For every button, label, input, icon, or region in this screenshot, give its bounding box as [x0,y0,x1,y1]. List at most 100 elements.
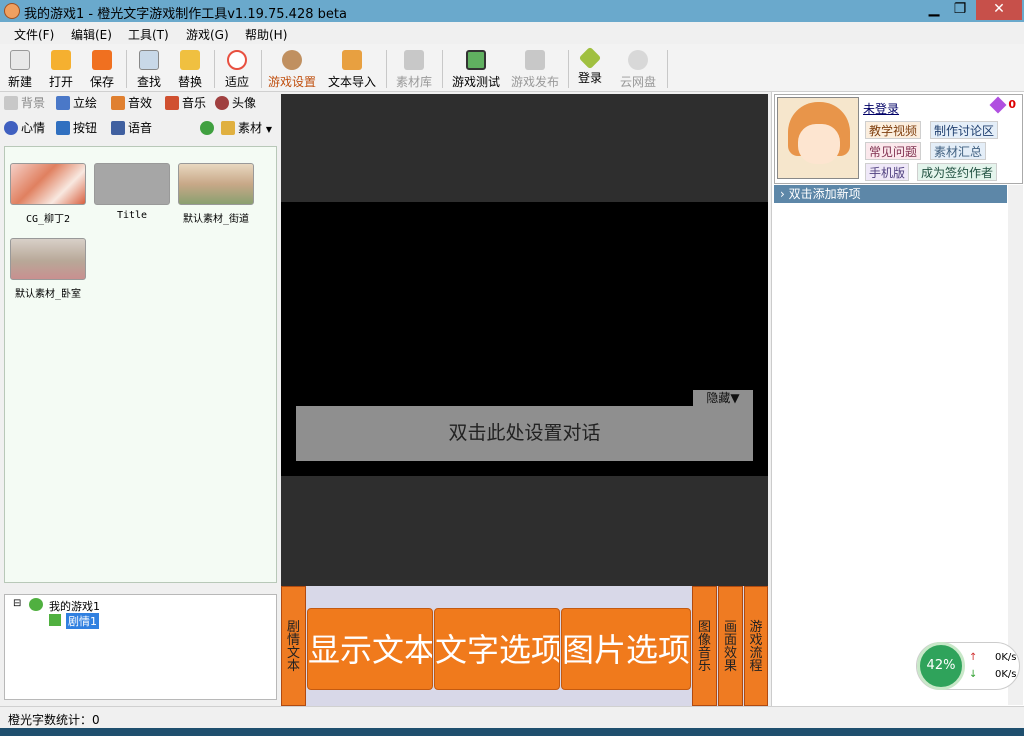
toolbar: 新建 打开 保存 查找 替换 适应 游戏设置 文本导入 素材库 游戏测试 游戏发… [0,44,1024,92]
test-play-icon [466,50,486,70]
story-text-button[interactable]: 剧情文本 [281,586,306,706]
sign-author-link[interactable]: 成为签约作者 [917,163,998,181]
music-note-icon [165,96,179,110]
mobile-link[interactable]: 手机版 [865,163,910,181]
upload-arrow-icon: ↑ [969,652,978,663]
asset-thumbnail [10,238,86,280]
asset-item[interactable]: CG_柳丁2 [10,163,86,225]
find-button[interactable]: 查找 [135,48,163,90]
find-icon [139,50,159,70]
asset-thumbnail [10,163,86,205]
tab-standing-art[interactable]: 立绘 [56,93,97,113]
memory-usage-badge[interactable]: 42% [917,642,965,690]
add-new-item-row[interactable]: › 双击添加新项 [774,185,1007,203]
publish-button[interactable]: 游戏发布 [509,48,561,90]
tab-material[interactable]: 素材 ▼ [221,118,272,138]
chapter-icon [49,614,61,626]
gem-count: 0 [1008,98,1016,111]
asset-item[interactable]: Title [94,163,170,221]
tutorial-video-link[interactable]: 教学视频 [865,121,922,139]
tree-collapse-toggle[interactable]: ⊟ [13,598,21,609]
tab-voice[interactable]: 语音 [111,118,152,138]
maximize-button[interactable]: ❐ [946,0,974,20]
show-text-button[interactable]: 显示文本 [307,608,433,690]
toolbar-separator [126,50,127,88]
fit-icon [227,50,247,70]
asset-thumbnail [178,163,254,205]
text-import-button[interactable]: 文本导入 [326,48,378,90]
forum-link[interactable]: 制作讨论区 [930,121,999,139]
minimize-button[interactable]: ▁ [920,0,948,20]
cloud-disk-button[interactable]: 云网盘 [617,48,659,90]
button-cursor-icon [56,121,70,135]
open-folder-icon [51,50,71,70]
story-tree: ⊟ 我的游戏1 剧情1 [4,594,277,700]
test-play-button[interactable]: 游戏测试 [450,48,502,90]
project-icon [29,598,43,611]
gear-icon [282,50,302,70]
tree-root[interactable]: 我的游戏1 [49,598,100,614]
dialog-box[interactable]: 双击此处设置对话 [296,406,753,461]
toolbar-separator [568,50,569,88]
image-option-button[interactable]: 图片选项 [561,608,691,690]
download-arrow-icon: ↓ [969,669,978,680]
image-music-button[interactable]: 图像音乐 [692,586,717,706]
tree-chapter[interactable]: 剧情1 [66,613,99,629]
new-button[interactable]: 新建 [6,48,34,90]
material-summary-link[interactable]: 素材汇总 [930,142,987,160]
toolbar-separator [667,50,668,88]
app-logo-icon [4,3,20,19]
right-panel: 未登录 0 教学视频 制作讨论区 常见问题 素材汇总 手机版 成为签约作者 › … [771,92,1024,706]
right-scrollbar[interactable] [1008,185,1023,705]
menu-help[interactable]: 帮助(H) [245,26,287,43]
toolbar-separator [442,50,443,88]
stage-preview: 隐藏▼ 双击此处设置对话 [281,94,768,586]
asset-item[interactable]: 默认素材_街道 [178,163,254,225]
os-taskbar [0,728,1024,736]
fit-button[interactable]: 适应 [223,48,251,90]
replace-button[interactable]: 替换 [176,48,204,90]
upload-speed: 0K/s [995,652,1017,663]
tab-sound-effect[interactable]: 音效 [111,93,152,113]
tab-avatar[interactable]: 头像 [215,93,256,113]
open-button[interactable]: 打开 [47,48,75,90]
game-flow-button[interactable]: 游戏流程 [744,586,768,706]
login-button[interactable]: 登录 [576,46,604,90]
refresh-button[interactable] [200,118,216,138]
tab-music[interactable]: 音乐 [165,93,206,113]
download-speed: 0K/s [995,669,1017,680]
standing-art-icon [56,96,70,110]
chevron-down-icon: ▼ [265,125,272,134]
window-title: 我的游戏1 - 橙光文字游戏制作工具v1.19.75.428 beta [24,7,347,22]
menu-file[interactable]: 文件(F) [14,26,54,43]
save-button[interactable]: 保存 [88,48,116,90]
login-star-icon [578,46,602,70]
tab-background[interactable]: 背景 [4,93,45,113]
replace-icon [180,50,200,70]
menu-game[interactable]: 游戏(G) [186,26,229,43]
faq-link[interactable]: 常见问题 [865,142,922,160]
menu-tools[interactable]: 工具(T) [128,26,169,43]
game-settings-button[interactable]: 游戏设置 [266,48,318,90]
login-status-link[interactable]: 未登录 [863,100,899,117]
screen-effect-button[interactable]: 画面效果 [718,586,743,706]
close-button[interactable]: ✕ [976,0,1022,20]
toolbar-separator [214,50,215,88]
toolbar-separator [261,50,262,88]
user-card: 未登录 0 教学视频 制作讨论区 常见问题 素材汇总 手机版 成为签约作者 [774,94,1023,184]
hide-dialog-button[interactable]: 隐藏▼ [693,390,753,407]
tab-mood[interactable]: 心情 [4,118,45,138]
asset-item[interactable]: 默认素材_卧室 [10,238,86,300]
menu-edit[interactable]: 编辑(E) [71,26,112,43]
status-bar: 橙光字数统计：0 [0,706,1024,728]
material-folder-icon [221,121,235,135]
speaker-icon [111,96,125,110]
voice-bubble-icon [111,121,125,135]
word-count: 橙光字数统计：0 [8,713,100,727]
save-icon [92,50,112,70]
library-button[interactable]: 素材库 [394,48,434,90]
tab-button[interactable]: 按钮 [56,118,97,138]
text-option-button[interactable]: 文字选项 [434,608,560,690]
menu-bar: 文件(F) 编辑(E) 工具(T) 游戏(G) 帮助(H) [0,22,1024,44]
avatar [777,97,859,179]
